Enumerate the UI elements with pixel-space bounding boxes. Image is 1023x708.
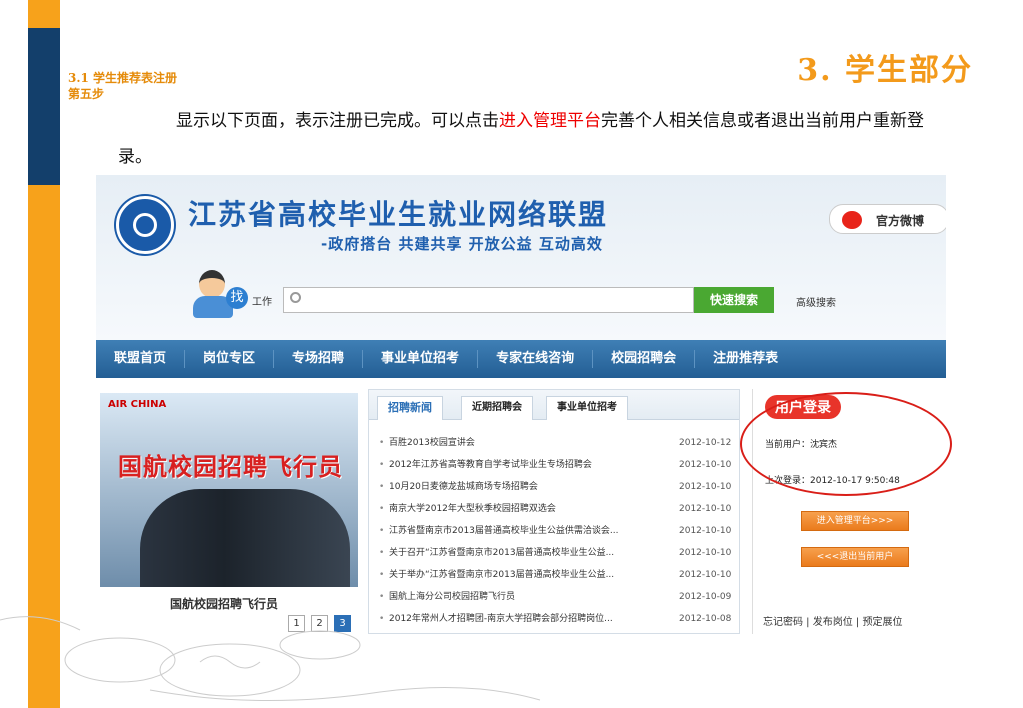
section-heading: 3.1 学生推荐表注册 第五步 (68, 70, 177, 102)
promo-banner[interactable]: AIR CHINA 国航校园招聘飞行员 (100, 393, 358, 587)
section-title: 3.1 学生推荐表注册 (68, 71, 178, 85)
nav-item-home[interactable]: 联盟首页 (96, 350, 186, 368)
weibo-icon (842, 211, 862, 229)
advanced-search-link[interactable]: 高级搜索 (796, 294, 836, 309)
main-nav: 联盟首页 岗位专区 专场招聘 事业单位招考 专家在线咨询 校园招聘会 注册推荐表 (96, 340, 946, 378)
instruction-text: 显示以下页面，表示注册已完成。可以点击进入管理平台完善个人相关信息或者退出当前用… (118, 103, 948, 175)
login-links[interactable]: 忘记密码 | 发布岗位 | 预定展位 (763, 613, 902, 628)
weibo-label: 官方微博 (876, 214, 925, 228)
instruction-highlight: 进入管理平台 (499, 111, 601, 131)
tab-recent-fairs[interactable]: 近期招聘会 (461, 396, 533, 420)
news-date: 2012-10-10 (679, 526, 732, 536)
left-bar-top (28, 0, 60, 28)
pilots-image (140, 489, 350, 587)
nav-item-register-form[interactable]: 注册推荐表 (695, 350, 796, 368)
news-item[interactable]: 2012年江苏省高等教育自学考试毕业生专场招聘会 2012-10-10 (379, 454, 735, 476)
enter-platform-button[interactable]: 进入管理平台>>> (801, 511, 909, 531)
news-title[interactable]: 江苏省暨南京市2013届普通高校毕业生公益供需洽谈会... (379, 520, 659, 542)
air-china-logo: AIR CHINA (108, 399, 167, 410)
news-title[interactable]: 南京大学2012年大型秋季校园招聘双选会 (379, 498, 659, 520)
slide-title: 3. 学生部分 (797, 53, 973, 88)
news-title[interactable]: 10月20日麦德龙盐城商场专场招聘会 (379, 476, 659, 498)
news-date: 2012-10-10 (679, 504, 732, 514)
news-item[interactable]: 百胜2013校园宣讲会 2012-10-12 (379, 432, 735, 454)
news-title[interactable]: 关于召开“江苏省暨南京市2013届普通高校毕业生公益... (379, 542, 659, 564)
news-item[interactable]: 南京大学2012年大型秋季校园招聘双选会 2012-10-10 (379, 498, 735, 520)
news-title[interactable]: 关于举办“江苏省暨南京市2013届普通高校毕业生公益... (379, 564, 659, 586)
news-date: 2012-10-10 (679, 548, 732, 558)
zhao-badge: 找 (226, 287, 248, 309)
news-date: 2012-10-08 (679, 614, 732, 624)
site-slogan: -政府搭台 共建共享 开放公益 互动高效 (321, 235, 603, 253)
news-date: 2012-10-09 (679, 592, 732, 602)
promo-title: 国航校园招聘飞行员 (118, 453, 343, 481)
news-panel: 招聘新闻 近期招聘会 事业单位招考 百胜2013校园宣讲会2012-10-12 … (368, 389, 740, 634)
nav-item-public-exam[interactable]: 事业单位招考 (363, 350, 479, 368)
quick-search-button[interactable]: 快速搜索 (694, 287, 774, 313)
site-logo (116, 196, 174, 254)
left-bar-navy (28, 28, 60, 185)
news-date: 2012-10-10 (679, 460, 732, 470)
news-item[interactable]: 关于举办“江苏省暨南京市2013届普通高校毕业生公益... 2012-10-10 (379, 564, 735, 586)
logout-button[interactable]: <<<退出当前用户 (801, 547, 909, 567)
news-date: 2012-10-12 (679, 438, 732, 448)
news-date: 2012-10-10 (679, 482, 732, 492)
tab-recruit-news[interactable]: 招聘新闻 (377, 396, 443, 420)
step-label: 第五步 (68, 87, 105, 101)
news-item[interactable]: 10月20日麦德龙盐城商场专场招聘会 2012-10-10 (379, 476, 735, 498)
site-header: 江苏省高校毕业生就业网络联盟 -政府搭台 共建共享 开放公益 互动高效 官方微博… (96, 175, 946, 340)
site-title: 江苏省高校毕业生就业网络联盟 (188, 198, 609, 231)
news-title[interactable]: 2012年江苏省高等教育自学考试毕业生专场招聘会 (379, 454, 659, 476)
news-title[interactable]: 百胜2013校园宣讲会 (379, 432, 659, 454)
nav-item-expert-consult[interactable]: 专家在线咨询 (478, 350, 594, 368)
search-input[interactable] (283, 287, 694, 313)
news-item[interactable]: 关于召开“江苏省暨南京市2013届普通高校毕业生公益... 2012-10-10 (379, 542, 735, 564)
nav-item-campus-fair[interactable]: 校园招聘会 (593, 350, 696, 368)
instruction-part-1: 显示以下页面，表示注册已完成。可以点击 (176, 111, 499, 131)
search-icon (290, 292, 301, 303)
annotation-oval (740, 392, 952, 496)
logo-emblem-icon (133, 213, 157, 237)
news-tabbar: 招聘新闻 近期招聘会 事业单位招考 (369, 390, 739, 420)
news-item[interactable]: 江苏省暨南京市2013届普通高校毕业生公益供需洽谈会... 2012-10-10 (379, 520, 735, 542)
nav-item-special-recruit[interactable]: 专场招聘 (274, 350, 364, 368)
search-category[interactable]: 工作 (252, 293, 272, 308)
news-date: 2012-10-10 (679, 570, 732, 580)
nav-item-jobs[interactable]: 岗位专区 (185, 350, 275, 368)
tab-public-exams[interactable]: 事业单位招考 (546, 396, 628, 420)
decorative-doodle (0, 616, 541, 701)
weibo-button[interactable]: 官方微博 (829, 204, 946, 234)
